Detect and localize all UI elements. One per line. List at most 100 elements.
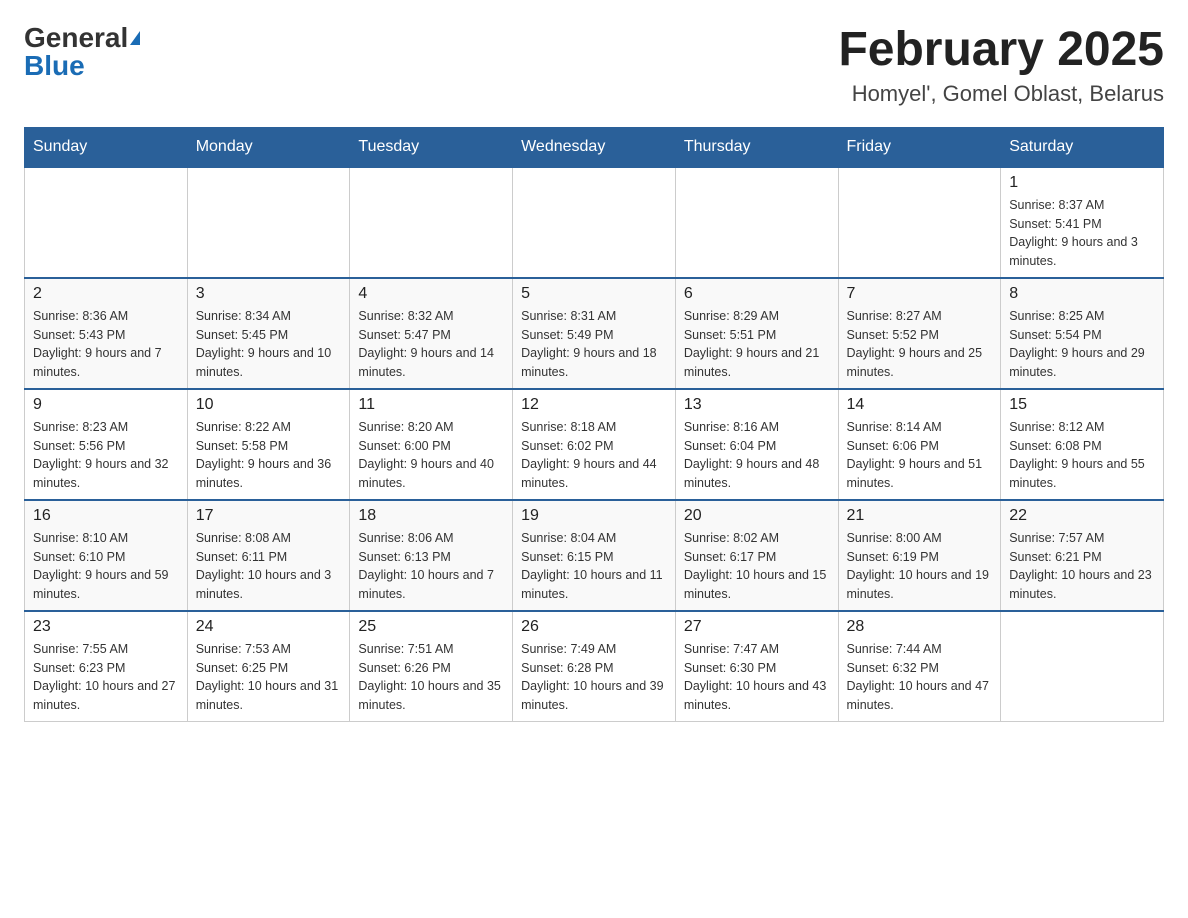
calendar-cell: 6 Sunrise: 8:29 AMSunset: 5:51 PMDaylight… bbox=[675, 278, 838, 389]
calendar-cell: 25 Sunrise: 7:51 AMSunset: 6:26 PMDayligh… bbox=[350, 611, 513, 722]
logo-general-text: General bbox=[24, 24, 128, 52]
day-info: Sunrise: 8:20 AMSunset: 6:00 PMDaylight:… bbox=[358, 418, 504, 493]
day-info: Sunrise: 8:29 AMSunset: 5:51 PMDaylight:… bbox=[684, 307, 830, 382]
day-number: 20 bbox=[684, 507, 830, 525]
day-number: 4 bbox=[358, 285, 504, 303]
calendar-cell: 2 Sunrise: 8:36 AMSunset: 5:43 PMDaylight… bbox=[25, 278, 188, 389]
calendar-cell: 9 Sunrise: 8:23 AMSunset: 5:56 PMDaylight… bbox=[25, 389, 188, 500]
day-number: 14 bbox=[847, 396, 993, 414]
day-info: Sunrise: 8:25 AMSunset: 5:54 PMDaylight:… bbox=[1009, 307, 1155, 382]
day-info: Sunrise: 7:57 AMSunset: 6:21 PMDaylight:… bbox=[1009, 529, 1155, 604]
header-saturday: Saturday bbox=[1001, 127, 1164, 167]
day-number: 27 bbox=[684, 618, 830, 636]
day-info: Sunrise: 8:02 AMSunset: 6:17 PMDaylight:… bbox=[684, 529, 830, 604]
calendar-cell: 19Sunrise: 8:04 AMSunset: 6:15 PMDayligh… bbox=[513, 500, 676, 611]
calendar-cell: 3 Sunrise: 8:34 AMSunset: 5:45 PMDaylight… bbox=[187, 278, 350, 389]
day-info: Sunrise: 8:37 AMSunset: 5:41 PMDaylight:… bbox=[1009, 196, 1155, 271]
day-info: Sunrise: 7:55 AMSunset: 6:23 PMDaylight:… bbox=[33, 640, 179, 715]
day-info: Sunrise: 7:47 AMSunset: 6:30 PMDaylight:… bbox=[684, 640, 830, 715]
header-friday: Friday bbox=[838, 127, 1001, 167]
day-info: Sunrise: 8:31 AMSunset: 5:49 PMDaylight:… bbox=[521, 307, 667, 382]
day-number: 12 bbox=[521, 396, 667, 414]
calendar-cell: 24 Sunrise: 7:53 AMSunset: 6:25 PMDayligh… bbox=[187, 611, 350, 722]
calendar-cell: 14 Sunrise: 8:14 AMSunset: 6:06 PMDayligh… bbox=[838, 389, 1001, 500]
header-tuesday: Tuesday bbox=[350, 127, 513, 167]
calendar-cell bbox=[350, 167, 513, 278]
day-number: 17 bbox=[196, 507, 342, 525]
day-info: Sunrise: 8:18 AMSunset: 6:02 PMDaylight:… bbox=[521, 418, 667, 493]
calendar-cell bbox=[187, 167, 350, 278]
calendar-cell: 13 Sunrise: 8:16 AMSunset: 6:04 PMDayligh… bbox=[675, 389, 838, 500]
calendar-cell: 22 Sunrise: 7:57 AMSunset: 6:21 PMDayligh… bbox=[1001, 500, 1164, 611]
day-number: 18 bbox=[358, 507, 504, 525]
calendar-cell: 17 Sunrise: 8:08 AMSunset: 6:11 PMDayligh… bbox=[187, 500, 350, 611]
day-info: Sunrise: 8:16 AMSunset: 6:04 PMDaylight:… bbox=[684, 418, 830, 493]
day-number: 26 bbox=[521, 618, 667, 636]
day-info: Sunrise: 8:06 AMSunset: 6:13 PMDaylight:… bbox=[358, 529, 504, 604]
logo: General Blue bbox=[24, 24, 140, 80]
calendar-cell: 4 Sunrise: 8:32 AMSunset: 5:47 PMDaylight… bbox=[350, 278, 513, 389]
calendar-cell: 18 Sunrise: 8:06 AMSunset: 6:13 PMDayligh… bbox=[350, 500, 513, 611]
calendar-cell: 21Sunrise: 8:00 AMSunset: 6:19 PMDayligh… bbox=[838, 500, 1001, 611]
calendar-cell: 5 Sunrise: 8:31 AMSunset: 5:49 PMDaylight… bbox=[513, 278, 676, 389]
day-info: Sunrise: 8:08 AMSunset: 6:11 PMDaylight:… bbox=[196, 529, 342, 604]
day-number: 13 bbox=[684, 396, 830, 414]
calendar-cell: 23 Sunrise: 7:55 AMSunset: 6:23 PMDayligh… bbox=[25, 611, 188, 722]
logo-blue-text: Blue bbox=[24, 52, 85, 80]
calendar-week-row: 2 Sunrise: 8:36 AMSunset: 5:43 PMDaylight… bbox=[25, 278, 1164, 389]
day-info: Sunrise: 8:27 AMSunset: 5:52 PMDaylight:… bbox=[847, 307, 993, 382]
day-info: Sunrise: 8:00 AMSunset: 6:19 PMDaylight:… bbox=[847, 529, 993, 604]
day-number: 6 bbox=[684, 285, 830, 303]
day-number: 24 bbox=[196, 618, 342, 636]
calendar-cell: 8 Sunrise: 8:25 AMSunset: 5:54 PMDaylight… bbox=[1001, 278, 1164, 389]
day-number: 19 bbox=[521, 507, 667, 525]
day-number: 15 bbox=[1009, 396, 1155, 414]
day-info: Sunrise: 8:10 AMSunset: 6:10 PMDaylight:… bbox=[33, 529, 179, 604]
calendar-cell bbox=[838, 167, 1001, 278]
calendar-cell: 16 Sunrise: 8:10 AMSunset: 6:10 PMDayligh… bbox=[25, 500, 188, 611]
calendar-cell: 15 Sunrise: 8:12 AMSunset: 6:08 PMDayligh… bbox=[1001, 389, 1164, 500]
calendar-cell: 26 Sunrise: 7:49 AMSunset: 6:28 PMDayligh… bbox=[513, 611, 676, 722]
calendar-table: Sunday Monday Tuesday Wednesday Thursday… bbox=[24, 127, 1164, 722]
day-info: Sunrise: 7:51 AMSunset: 6:26 PMDaylight:… bbox=[358, 640, 504, 715]
day-number: 25 bbox=[358, 618, 504, 636]
day-number: 11 bbox=[358, 396, 504, 414]
calendar-title: February 2025 bbox=[838, 24, 1164, 77]
header-wednesday: Wednesday bbox=[513, 127, 676, 167]
day-number: 8 bbox=[1009, 285, 1155, 303]
calendar-cell: 7 Sunrise: 8:27 AMSunset: 5:52 PMDaylight… bbox=[838, 278, 1001, 389]
calendar-cell: 20 Sunrise: 8:02 AMSunset: 6:17 PMDayligh… bbox=[675, 500, 838, 611]
day-info: Sunrise: 8:32 AMSunset: 5:47 PMDaylight:… bbox=[358, 307, 504, 382]
day-info: Sunrise: 8:36 AMSunset: 5:43 PMDaylight:… bbox=[33, 307, 179, 382]
day-info: Sunrise: 8:34 AMSunset: 5:45 PMDaylight:… bbox=[196, 307, 342, 382]
calendar-week-row: 16 Sunrise: 8:10 AMSunset: 6:10 PMDayligh… bbox=[25, 500, 1164, 611]
day-number: 23 bbox=[33, 618, 179, 636]
day-info: Sunrise: 7:49 AMSunset: 6:28 PMDaylight:… bbox=[521, 640, 667, 715]
calendar-cell: 1Sunrise: 8:37 AMSunset: 5:41 PMDaylight… bbox=[1001, 167, 1164, 278]
day-number: 5 bbox=[521, 285, 667, 303]
day-info: Sunrise: 7:53 AMSunset: 6:25 PMDaylight:… bbox=[196, 640, 342, 715]
header-monday: Monday bbox=[187, 127, 350, 167]
calendar-header-row: Sunday Monday Tuesday Wednesday Thursday… bbox=[25, 127, 1164, 167]
day-number: 2 bbox=[33, 285, 179, 303]
title-block: February 2025 Homyel', Gomel Oblast, Bel… bbox=[838, 24, 1164, 107]
day-number: 22 bbox=[1009, 507, 1155, 525]
calendar-week-row: 1Sunrise: 8:37 AMSunset: 5:41 PMDaylight… bbox=[25, 167, 1164, 278]
day-info: Sunrise: 7:44 AMSunset: 6:32 PMDaylight:… bbox=[847, 640, 993, 715]
calendar-cell bbox=[675, 167, 838, 278]
calendar-cell bbox=[25, 167, 188, 278]
day-number: 28 bbox=[847, 618, 993, 636]
day-info: Sunrise: 8:23 AMSunset: 5:56 PMDaylight:… bbox=[33, 418, 179, 493]
page-header: General Blue February 2025 Homyel', Gome… bbox=[24, 24, 1164, 107]
day-number: 9 bbox=[33, 396, 179, 414]
calendar-week-row: 23 Sunrise: 7:55 AMSunset: 6:23 PMDayligh… bbox=[25, 611, 1164, 722]
calendar-cell: 12 Sunrise: 8:18 AMSunset: 6:02 PMDayligh… bbox=[513, 389, 676, 500]
day-number: 16 bbox=[33, 507, 179, 525]
day-info: Sunrise: 8:14 AMSunset: 6:06 PMDaylight:… bbox=[847, 418, 993, 493]
day-number: 7 bbox=[847, 285, 993, 303]
day-info: Sunrise: 8:22 AMSunset: 5:58 PMDaylight:… bbox=[196, 418, 342, 493]
day-info: Sunrise: 8:12 AMSunset: 6:08 PMDaylight:… bbox=[1009, 418, 1155, 493]
header-thursday: Thursday bbox=[675, 127, 838, 167]
calendar-subtitle: Homyel', Gomel Oblast, Belarus bbox=[838, 81, 1164, 107]
day-number: 3 bbox=[196, 285, 342, 303]
